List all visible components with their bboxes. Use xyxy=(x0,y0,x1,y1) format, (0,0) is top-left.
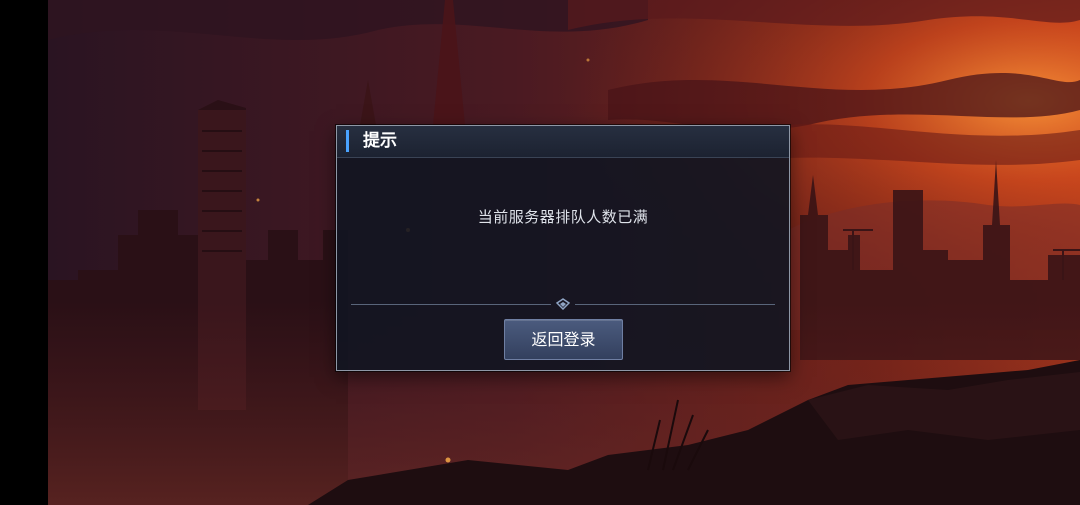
game-screen: 提示 当前服务器排队人数已满 返回登录 xyxy=(0,0,1080,505)
letterbox-bar xyxy=(0,0,48,505)
header-accent-bar xyxy=(346,130,349,152)
dialog-title: 提示 xyxy=(363,131,397,151)
diamond-ornament-icon xyxy=(556,298,570,310)
divider-left-line xyxy=(351,304,551,305)
divider-right-line xyxy=(575,304,775,305)
dialog-header: 提示 xyxy=(337,126,789,158)
return-to-login-button[interactable]: 返回登录 xyxy=(504,319,623,360)
notice-dialog: 提示 当前服务器排队人数已满 返回登录 xyxy=(336,125,790,371)
queue-full-message: 当前服务器排队人数已满 xyxy=(477,208,649,226)
